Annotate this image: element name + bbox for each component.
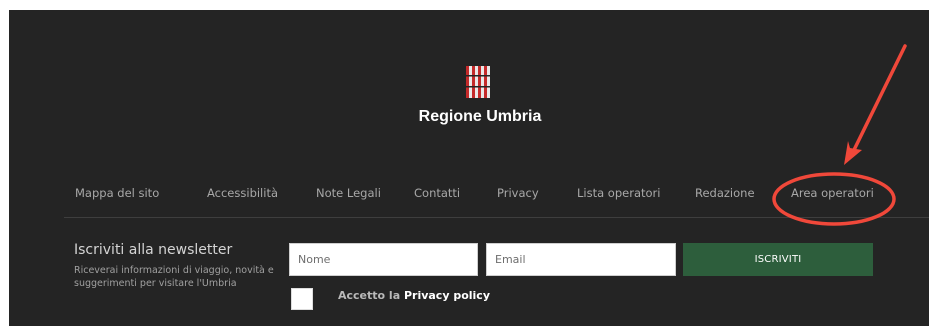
nav-link-redazione[interactable]: Redazione <box>695 186 755 200</box>
privacy-checkbox[interactable] <box>291 288 313 310</box>
nav-link-note-legali[interactable]: Note Legali <box>316 186 381 200</box>
nav-link-mappa-del-sito[interactable]: Mappa del sito <box>75 186 159 200</box>
nav-link-privacy[interactable]: Privacy <box>497 186 539 200</box>
email-input[interactable] <box>486 243 676 276</box>
privacy-policy-link[interactable]: Privacy policy <box>404 289 490 302</box>
consent-prefix: Accetto la <box>338 289 404 302</box>
footer-divider <box>64 217 929 218</box>
subscribe-button[interactable]: ISCRIVITI <box>683 243 873 276</box>
nav-link-contatti[interactable]: Contatti <box>414 186 460 200</box>
newsletter-description: Riceverai informazioni di viaggio, novit… <box>74 265 274 289</box>
umbria-logo-icon <box>465 65 491 99</box>
region-name: Regione Umbria <box>418 108 542 125</box>
nav-link-accessibilita[interactable]: Accessibilità <box>207 186 278 200</box>
name-input[interactable] <box>289 243 478 276</box>
newsletter-title: Iscriviti alla newsletter <box>74 242 233 258</box>
nav-link-area-operatori[interactable]: Area operatori <box>791 186 874 200</box>
nav-link-lista-operatori[interactable]: Lista operatori <box>577 186 660 200</box>
footer-nav: Mappa del sito Accessibilità Note Legali… <box>0 186 937 204</box>
privacy-consent-label: Accetto la Privacy policy <box>338 289 490 302</box>
